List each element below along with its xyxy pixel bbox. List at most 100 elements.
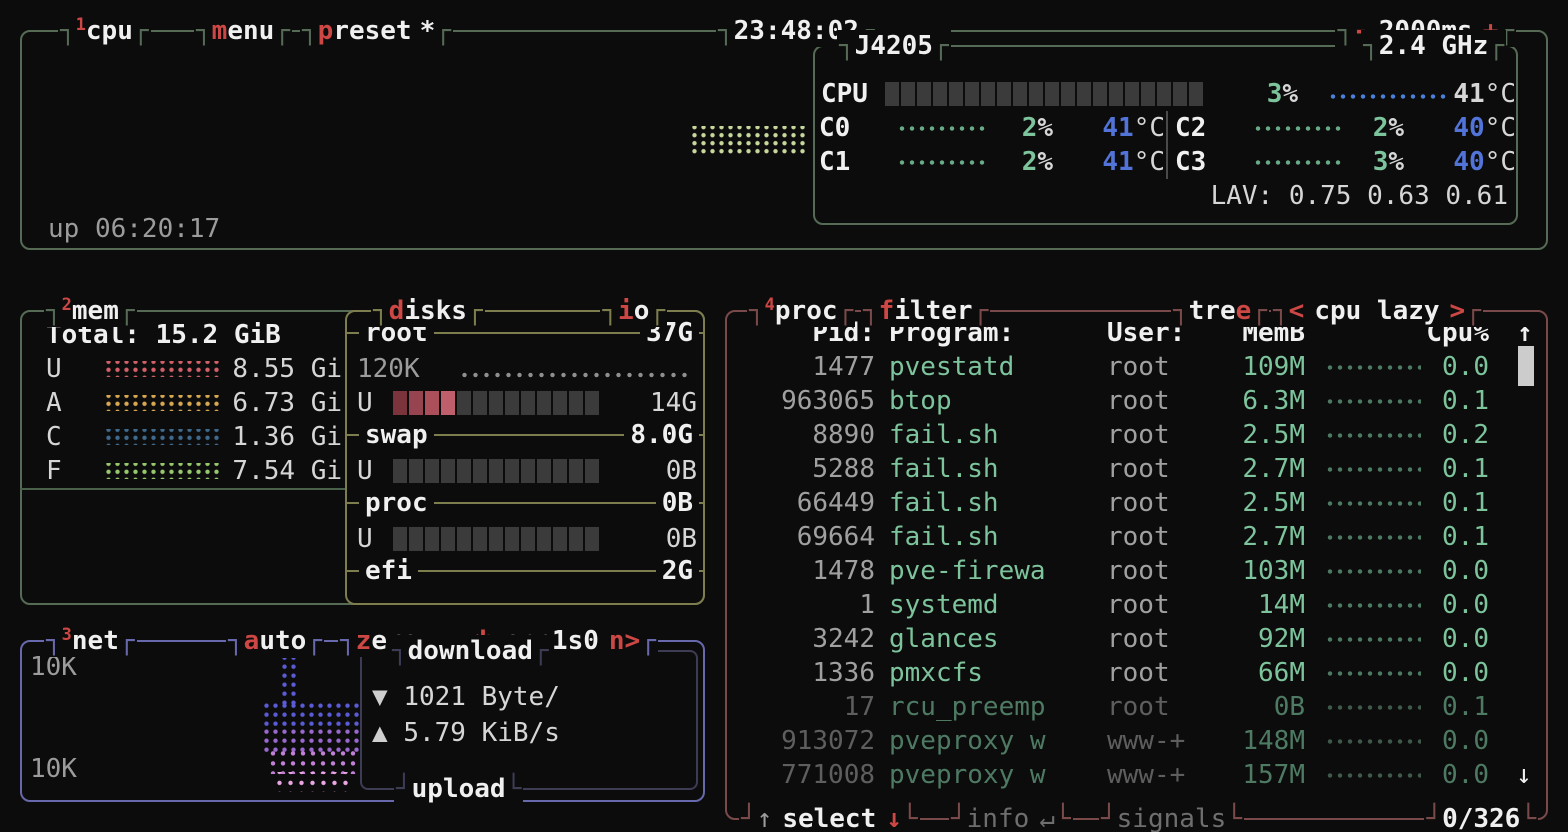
sort-next-button[interactable]: > <box>1450 296 1466 326</box>
core-mini-graph <box>1253 156 1343 169</box>
process-row[interactable]: 1478 pve-firewa root 103M 0.0 <box>740 554 1532 588</box>
process-row[interactable]: 69664 fail.sh root 2.7M 0.1 <box>740 520 1532 554</box>
process-cpu-graph <box>1325 395 1421 408</box>
process-cpu-graph <box>1325 769 1421 782</box>
selection-count: 0/326 <box>1424 803 1538 832</box>
mem-row: U 8.55 Gi <box>46 352 342 386</box>
process-row[interactable]: 963065 btop root 6.3M 0.1 <box>740 384 1532 418</box>
process-cpu-graph <box>1325 429 1421 442</box>
process-row[interactable]: 5288 fail.sh root 2.7M 0.1 <box>740 452 1532 486</box>
mem-row-graph <box>104 429 222 445</box>
process-cpu-graph <box>1325 701 1421 714</box>
net-graph <box>262 726 360 752</box>
process-cpu-graph <box>1325 667 1421 680</box>
download-speed: ▼ 1021 Byte/ <box>372 680 560 714</box>
disks-panel: disks io root37G 120K U 14G swap8.0G U 0… <box>345 310 705 605</box>
process-row[interactable]: 1336 pmxcfs root 66M 0.0 <box>740 656 1532 690</box>
core-row: C2 2% 40°C <box>1175 111 1516 145</box>
process-row[interactable]: 771008 pveproxy w www-+ 157M 0.0 <box>740 758 1532 792</box>
process-row[interactable]: 8890 fail.sh root 2.5M 0.2 <box>740 418 1532 452</box>
disk-swap-meter <box>393 459 599 483</box>
proc-panel-title[interactable]: 4proc <box>747 295 855 327</box>
cpu-total-temp: 41°C <box>1416 77 1516 111</box>
disk-root-separator: root37G <box>345 332 705 334</box>
core-mini-graph <box>897 122 987 135</box>
mem-section-divider <box>20 488 347 490</box>
disk-proc-separator: proc0B <box>345 502 705 504</box>
filter-button[interactable]: filter <box>861 295 990 327</box>
core-row: C1 2% 41°C <box>819 145 1165 179</box>
disks-panel-title[interactable]: disks <box>371 295 485 327</box>
core-percent: 2% <box>987 111 1053 145</box>
cpu-frequency: 2.4 GHz <box>1361 30 1506 62</box>
process-row[interactable]: 913072 pveproxy w www-+ 148M 0.0 <box>740 724 1532 758</box>
cpu-panel-title[interactable]: 1cpu <box>58 15 151 47</box>
mem-usage-list: U 8.55 Gi A 6.73 Gi C 1.36 Gi F 7.54 Gi <box>46 352 342 488</box>
disk-root-meter <box>393 391 599 415</box>
process-cpu-graph <box>1325 633 1421 646</box>
process-row[interactable]: 1 systemd root 14M 0.0 <box>740 588 1532 622</box>
menu-button[interactable]: menu <box>194 15 292 47</box>
disk-root-io-value: 120K <box>357 352 420 386</box>
core-temp: 41°C <box>1053 111 1165 145</box>
cpu-model: J4205 <box>837 30 951 62</box>
iface-next-button[interactable]: n> <box>609 626 640 656</box>
process-cpu-graph <box>1325 497 1421 510</box>
disk-efi-separator: efi2G <box>345 570 705 572</box>
core-temp: 41°C <box>1053 145 1165 179</box>
core-percent: 2% <box>987 145 1053 179</box>
process-cpu-graph <box>1325 531 1421 544</box>
net-panel: 3net auto zero <benp1s0n> 10K 10K downlo… <box>20 640 705 802</box>
cpu-total-row: CPU 3% 41°C <box>815 77 1516 111</box>
cpu-panel: 1cpu menu preset* 23:48:02 -2000ms+ up 0… <box>20 30 1548 250</box>
cpu-usage-graph <box>690 126 808 156</box>
core-row: C3 3% 40°C <box>1175 145 1516 179</box>
mem-row: A 6.73 Gi <box>46 386 342 420</box>
net-graph <box>274 772 354 792</box>
core-row: C0 2% 41°C <box>819 111 1165 145</box>
load-average: LAV: 0.75 0.63 0.61 <box>1211 179 1508 213</box>
mem-row-graph <box>104 361 222 377</box>
core-temp: 40°C <box>1404 111 1516 145</box>
core-column-divider <box>1166 111 1168 179</box>
net-graph <box>262 700 360 726</box>
cpu-total-meter <box>885 82 1203 106</box>
disk-root-used-row: U 14G <box>357 386 697 420</box>
process-cpu-graph <box>1325 361 1421 374</box>
process-cpu-graph <box>1325 565 1421 578</box>
signals-button[interactable]: signals <box>1099 803 1244 832</box>
process-cpu-graph <box>1325 463 1421 476</box>
core-percent: 3% <box>1343 145 1404 179</box>
tree-toggle[interactable]: tree <box>1171 295 1269 327</box>
sort-selector[interactable]: <cpu lazy> <box>1271 295 1483 327</box>
preset-button[interactable]: preset* <box>300 15 453 47</box>
scroll-up-icon[interactable]: ↑ <box>1517 316 1533 350</box>
process-row[interactable]: 66449 fail.sh root 2.5M 0.1 <box>740 486 1532 520</box>
mem-row-graph <box>104 463 222 479</box>
process-table: 1477 pvestatd root 109M 0.0 963065 btop … <box>740 350 1532 792</box>
net-panel-title[interactable]: 3net <box>44 625 137 657</box>
mem-panel-title[interactable]: 2mem <box>44 295 137 327</box>
net-graph <box>280 658 298 704</box>
io-mode-button[interactable]: io <box>600 295 667 327</box>
mem-row: C 1.36 Gi <box>46 420 342 454</box>
process-cpu-graph <box>1325 599 1421 612</box>
core-temp: 40°C <box>1404 145 1516 179</box>
net-graph <box>268 750 360 774</box>
sort-prev-button[interactable]: < <box>1289 296 1305 326</box>
net-speed-box: download ▼ 1021 Byte/ ▲ 5.79 KiB/s uploa… <box>360 650 698 790</box>
download-arrow-icon: ▼ <box>372 682 388 712</box>
core-percent: 2% <box>1343 111 1404 145</box>
btop-terminal: 1cpu menu preset* 23:48:02 -2000ms+ up 0… <box>0 0 1568 832</box>
proc-panel: 4proc filter tree <cpu lazy> Pid: Progra… <box>725 310 1548 820</box>
scroll-down-icon[interactable]: ↓ <box>1516 758 1532 792</box>
disk-proc-used-row: U 0B <box>357 522 697 556</box>
select-keys[interactable]: ↑select↓ <box>739 803 920 832</box>
process-row[interactable]: 3242 glances root 92M 0.0 <box>740 622 1532 656</box>
upload-arrow-icon: ▲ <box>372 718 388 748</box>
net-auto-button[interactable]: auto <box>226 625 324 657</box>
process-row[interactable]: 17 rcu_preemp root 0B 0.1 <box>740 690 1532 724</box>
process-row[interactable]: 1477 pvestatd root 109M 0.0 <box>740 350 1532 384</box>
core-mini-graph <box>1253 122 1343 135</box>
info-button[interactable]: info↵ <box>949 803 1073 832</box>
